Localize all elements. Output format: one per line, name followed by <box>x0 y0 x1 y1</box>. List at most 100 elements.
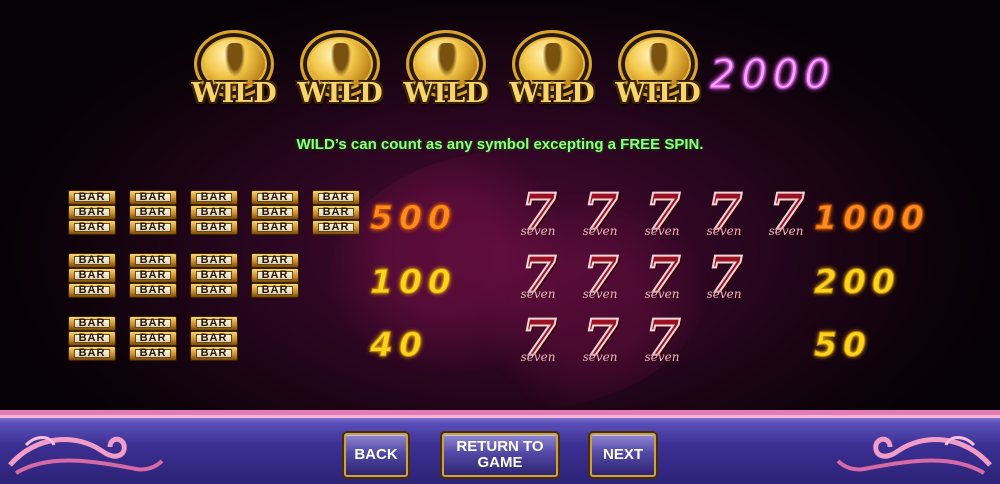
wild-symbol-label: WILD <box>615 78 701 109</box>
bar-tile: BAR <box>190 190 238 205</box>
bar-tile-label: BAR <box>200 269 228 281</box>
seven-word: seven <box>520 287 556 301</box>
bar-symbol: BAR BAR BAR <box>312 190 360 236</box>
seven-3-payout: 50 <box>814 325 872 365</box>
bar-tile: BAR <box>312 220 360 235</box>
bar-tile-label: BAR <box>78 206 106 218</box>
bar-tile: BAR <box>68 346 116 361</box>
bar-tile-label: BAR <box>261 269 289 281</box>
wild-symbol-label: WILD <box>191 78 277 109</box>
seven-word: seven <box>644 287 680 301</box>
bar-tile: BAR <box>129 205 177 220</box>
return-to-game-button[interactable]: RETURN TO GAME <box>442 433 558 477</box>
wild-symbol-label: WILD <box>297 78 383 109</box>
bar-tile: BAR <box>251 190 299 205</box>
bar-tile: BAR <box>190 346 238 361</box>
bar-tile: BAR <box>129 331 177 346</box>
bar-tile-label: BAR <box>139 347 167 359</box>
bar-tile-label: BAR <box>322 191 350 203</box>
bar-tile-label: BAR <box>139 317 167 329</box>
bar-tile-label: BAR <box>139 284 167 296</box>
bar-tile: BAR <box>68 253 116 268</box>
bar-tile-label: BAR <box>322 221 350 233</box>
bar-tile-label: BAR <box>139 191 167 203</box>
bar-tile: BAR <box>129 253 177 268</box>
bar-tile-label: BAR <box>78 347 106 359</box>
bar-tile: BAR <box>68 205 116 220</box>
seven-word: seven <box>768 224 804 238</box>
wild-rule-text: WILD’s can count as any symbol excepting… <box>296 136 704 153</box>
seven-symbol: 7 seven <box>758 181 814 242</box>
bar-tile-label: BAR <box>200 221 228 233</box>
seven-word: seven <box>582 350 618 364</box>
seven-symbol: 7 seven <box>634 307 690 368</box>
bar-symbol: BAR BAR BAR <box>68 316 116 362</box>
seven-symbol: 7 seven <box>572 244 628 305</box>
bar-symbol: BAR BAR BAR <box>190 253 238 299</box>
bar-tile: BAR <box>190 205 238 220</box>
wild-symbol: WILD <box>292 30 388 110</box>
bar-tile: BAR <box>312 205 360 220</box>
bar-symbol: BAR BAR BAR <box>251 253 299 299</box>
seven-word: seven <box>520 350 556 364</box>
seven-word: seven <box>644 224 680 238</box>
seven-word: seven <box>706 287 742 301</box>
bar-tile-label: BAR <box>261 191 289 203</box>
bar-tile-label: BAR <box>139 332 167 344</box>
wild-symbol: WILD <box>504 30 600 110</box>
bar-symbol: BAR BAR BAR <box>129 253 177 299</box>
bar-symbol: BAR BAR BAR <box>68 190 116 236</box>
seven-symbol: 7 seven <box>510 181 566 242</box>
bar-tile-label: BAR <box>200 254 228 266</box>
bar-tile: BAR <box>190 331 238 346</box>
seven-word: seven <box>520 224 556 238</box>
bar-tile-label: BAR <box>322 206 350 218</box>
bar-tile-label: BAR <box>78 221 106 233</box>
bar-tile-label: BAR <box>200 206 228 218</box>
wild-symbol: WILD <box>186 30 282 110</box>
right-flourish-ornament <box>836 436 992 475</box>
bar-tile-label: BAR <box>78 191 106 203</box>
bar-tile: BAR <box>68 268 116 283</box>
bar-tile: BAR <box>251 268 299 283</box>
bar-tile-label: BAR <box>200 317 228 329</box>
bar-tile-label: BAR <box>200 191 228 203</box>
wild-payout-value: 2000 <box>710 52 836 99</box>
bar-3-payout: 40 <box>370 325 428 365</box>
seven-symbol: 7 seven <box>510 244 566 305</box>
bar-tile: BAR <box>251 253 299 268</box>
bar-tile: BAR <box>129 316 177 331</box>
bar-tile: BAR <box>251 283 299 298</box>
seven-symbol: 7 seven <box>634 181 690 242</box>
seven-symbol: 7 seven <box>510 307 566 368</box>
seven-5-payout: 1000 <box>814 198 930 238</box>
bar-symbol: BAR BAR BAR <box>190 316 238 362</box>
next-button[interactable]: NEXT <box>590 433 656 477</box>
bar-symbol: BAR BAR BAR <box>129 316 177 362</box>
back-button-label: BACK <box>354 446 398 463</box>
seven-symbol: 7 seven <box>696 244 752 305</box>
paytable-screen: WILD WILD WILD WILD WILD 2000 WILD’s can… <box>0 0 1000 484</box>
seven-symbol: 7 seven <box>572 181 628 242</box>
bar-tile: BAR <box>129 346 177 361</box>
seven-symbol: 7 seven <box>572 307 628 368</box>
bar-tile-label: BAR <box>200 347 228 359</box>
bar-tile: BAR <box>129 283 177 298</box>
bar-symbol: BAR BAR BAR <box>251 190 299 236</box>
bar-tile: BAR <box>312 190 360 205</box>
bar-tile: BAR <box>129 220 177 235</box>
bar-tile: BAR <box>190 268 238 283</box>
bar-tile-label: BAR <box>139 254 167 266</box>
back-button[interactable]: BACK <box>344 433 408 477</box>
bar-tile-label: BAR <box>78 284 106 296</box>
bar-tile-label: BAR <box>78 317 106 329</box>
bar-symbol: BAR BAR BAR <box>190 190 238 236</box>
seven-symbol: 7 seven <box>696 181 752 242</box>
bar-tile-label: BAR <box>78 332 106 344</box>
bar-tile: BAR <box>190 220 238 235</box>
bar-tile-label: BAR <box>200 332 228 344</box>
bar-tile-label: BAR <box>261 284 289 296</box>
wild-symbol-label: WILD <box>403 78 489 109</box>
return-button-label-line1: RETURN TO <box>456 438 544 455</box>
bar-tile: BAR <box>68 331 116 346</box>
